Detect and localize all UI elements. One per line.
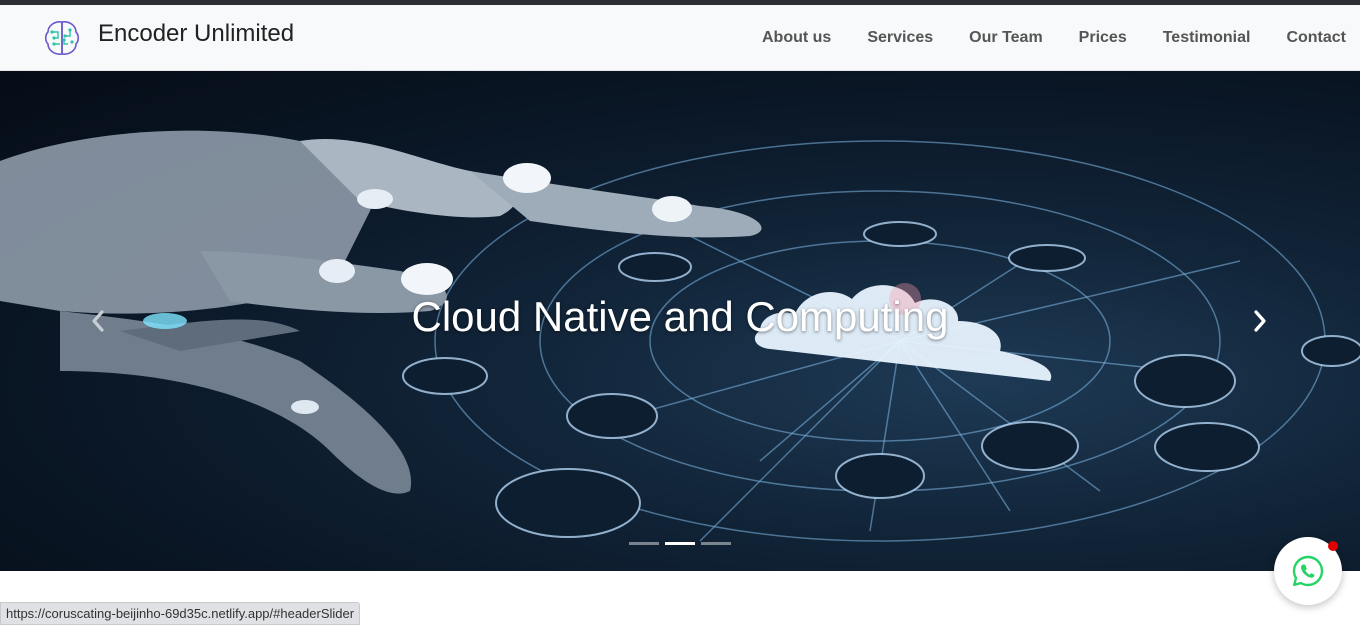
slide-indicator-1[interactable]: [629, 542, 659, 545]
slider-indicators: [0, 542, 1360, 545]
chevron-right-icon: [1254, 310, 1266, 332]
whatsapp-chat-button[interactable]: [1274, 537, 1342, 605]
nav-item-testimonial: Testimonial: [1163, 29, 1251, 47]
brain-circuit-icon: [44, 21, 80, 55]
nav-item-about: About us: [762, 29, 831, 47]
nav-link-about-us[interactable]: About us: [762, 29, 831, 46]
main-nav: About us Services Our Team Prices Testim…: [726, 29, 1346, 47]
slide-caption: Cloud Native and Computing: [411, 293, 949, 340]
nav-item-services: Services: [867, 29, 933, 47]
link-preview-statusbar: https://coruscating-beijinho-69d35c.netl…: [0, 602, 361, 625]
navbar: Encoder Unlimited About us Services Our …: [0, 5, 1360, 71]
brand-link[interactable]: Encoder Unlimited: [42, 18, 294, 58]
nav-item-team: Our Team: [969, 29, 1043, 47]
slide-indicator-2[interactable]: [665, 542, 695, 545]
nav-link-our-team[interactable]: Our Team: [969, 29, 1043, 46]
nav-item-contact: Contact: [1286, 29, 1346, 47]
nav-link-prices[interactable]: Prices: [1079, 29, 1127, 46]
nav-item-prices: Prices: [1079, 29, 1127, 47]
slider-prev-button[interactable]: [78, 303, 118, 339]
nav-link-testimonial[interactable]: Testimonial: [1163, 29, 1251, 46]
nav-link-contact[interactable]: Contact: [1286, 29, 1346, 46]
whatsapp-icon: [1292, 555, 1324, 587]
slider-next-button[interactable]: [1240, 303, 1280, 339]
chevron-left-icon: [92, 310, 104, 332]
header-slider: Cloud Native and Computing: [0, 71, 1360, 571]
nav-link-services[interactable]: Services: [867, 29, 933, 46]
brand-name: Encoder Unlimited: [98, 20, 295, 47]
slide-indicator-3[interactable]: [701, 542, 731, 545]
notification-dot: [1328, 541, 1338, 551]
